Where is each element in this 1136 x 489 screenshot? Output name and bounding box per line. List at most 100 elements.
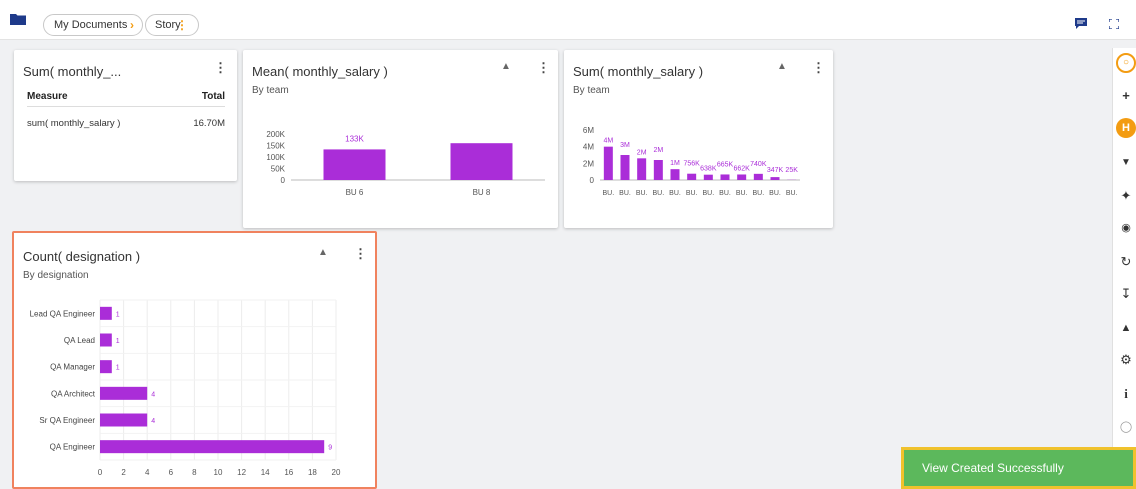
- plus-icon[interactable]: +: [1116, 86, 1136, 106]
- data-label: 1: [116, 365, 120, 372]
- data-label: 662K: [733, 165, 750, 172]
- bar: [753, 173, 763, 180]
- y-tick-label: QA Lead: [64, 336, 95, 345]
- data-label: 740K: [750, 161, 767, 168]
- bar: [100, 413, 148, 427]
- x-tick-label: BU.: [686, 190, 698, 197]
- x-tick-label: BU.: [669, 190, 681, 197]
- bar: [703, 174, 713, 180]
- data-label: 1: [116, 338, 120, 345]
- refresh-icon[interactable]: ↻: [1116, 252, 1136, 272]
- right-toolbar: ○ + H ▼ ✦ ◉ ↻ ↧ ▲ ⚙ i ◯: [1112, 48, 1136, 489]
- data-label: 25K: [785, 167, 798, 174]
- x-tick-label: BU.: [702, 190, 714, 197]
- gear-icon[interactable]: ⚙: [1116, 350, 1136, 370]
- data-label: 638K: [700, 166, 717, 173]
- bar: [450, 143, 513, 180]
- download-icon[interactable]: ↧: [1116, 284, 1136, 304]
- kebab-icon[interactable]: ⋮: [214, 60, 227, 76]
- bar: [100, 333, 112, 347]
- breadcrumb-label: My Documents: [54, 19, 128, 31]
- data-label: 4: [151, 418, 155, 425]
- h-icon[interactable]: H: [1116, 118, 1136, 138]
- y-tick-label: 0: [590, 176, 595, 185]
- y-tick-label: 6M: [583, 126, 594, 135]
- x-tick-label: 16: [284, 468, 293, 477]
- bar: [737, 174, 747, 180]
- y-tick-label: QA Manager: [50, 363, 95, 372]
- x-tick-label: BU.: [602, 190, 614, 197]
- data-label: 1M: [670, 160, 680, 167]
- x-tick-label: BU.: [619, 190, 631, 197]
- x-tick-label: 4: [145, 468, 150, 477]
- folder-icon[interactable]: [10, 13, 26, 25]
- designation-count-chart-card[interactable]: Count( designation ) By designation ▲ ⋮ …: [12, 231, 377, 489]
- top-bar: My Documents › Story ⋮: [0, 0, 1136, 40]
- search-icon[interactable]: ○: [1116, 53, 1136, 73]
- data-label: 756K: [683, 161, 700, 168]
- x-tick-label: BU 8: [473, 188, 491, 197]
- y-tick-label: Lead QA Engineer: [30, 309, 96, 318]
- toast-message: View Created Successfully: [922, 461, 1064, 475]
- sum-salary-chart-card[interactable]: Sum( monthly_salary ) By team ▲ ⋮ 6M 4M 2M…: [564, 50, 833, 228]
- eye-icon[interactable]: ◉: [1116, 218, 1136, 238]
- card-title: Sum( monthly_...: [23, 64, 122, 79]
- cell-total: 16.70M: [193, 118, 225, 129]
- y-tick-label: 4M: [583, 143, 594, 152]
- bar: [100, 360, 112, 374]
- y-tick-label: 2M: [583, 159, 594, 168]
- info-icon[interactable]: i: [1116, 384, 1136, 404]
- column-header-total: Total: [201, 91, 225, 102]
- bar: [100, 306, 112, 320]
- x-tick-label: 0: [98, 468, 103, 477]
- data-label: 665K: [717, 161, 734, 168]
- mean-salary-bar-chart: 200K 150K 100K 50K 0 133K BU 6 BU 8: [266, 130, 545, 197]
- x-tick-label: BU.: [652, 190, 664, 197]
- data-label: 347K: [767, 167, 784, 174]
- bar: [603, 146, 613, 180]
- bar: [687, 173, 697, 180]
- sum-salary-bar-chart: 6M 4M 2M 0 4M BU. 3M BU. 2M BU. 2M BU. 1M BU. 756K BU. 6…: [583, 126, 800, 197]
- bulb-icon[interactable]: ◯: [1116, 417, 1136, 437]
- data-label: 1: [116, 311, 120, 318]
- mean-salary-chart-card[interactable]: Mean( monthly_salary ) By team ▲ ⋮ 200K 1…: [243, 50, 558, 228]
- table-header: Measure Total: [27, 89, 225, 107]
- measure-table-card[interactable]: Sum( monthly_... ⋮ Measure Total sum( mo…: [14, 50, 237, 181]
- bell-icon[interactable]: ▲: [1116, 318, 1136, 338]
- cell-measure: sum( monthly_salary ): [27, 118, 121, 129]
- bar: [670, 169, 680, 180]
- x-tick-label: 12: [237, 468, 246, 477]
- bar: [100, 386, 148, 400]
- data-label: 2M: [653, 147, 663, 154]
- data-label: 133K: [345, 134, 364, 143]
- y-tick-label: Sr QA Engineer: [39, 416, 95, 425]
- kebab-icon[interactable]: ⋮: [176, 15, 188, 35]
- data-label: 3M: [620, 142, 630, 149]
- x-tick-label: 18: [308, 468, 317, 477]
- filter-icon[interactable]: ▼: [1116, 153, 1136, 173]
- y-tick-label: 150K: [266, 142, 285, 151]
- comment-icon[interactable]: [1075, 18, 1087, 29]
- x-tick-label: 10: [214, 468, 223, 477]
- x-tick-label: BU.: [752, 190, 764, 197]
- x-tick-label: BU.: [786, 190, 798, 197]
- bar: [637, 158, 647, 180]
- x-tick-label: BU.: [719, 190, 731, 197]
- success-toast: View Created Successfully: [901, 447, 1136, 489]
- x-tick-label: 2: [121, 468, 126, 477]
- column-header-measure: Measure: [27, 91, 68, 102]
- breadcrumb-my-documents[interactable]: My Documents ›: [43, 14, 143, 36]
- data-label: 9: [328, 445, 332, 452]
- share-icon[interactable]: ✦: [1116, 186, 1136, 206]
- data-label: 4M: [603, 138, 613, 145]
- y-tick-label: QA Architect: [51, 389, 96, 398]
- data-label: 2M: [637, 149, 647, 156]
- bar: [770, 177, 780, 180]
- expand-icon[interactable]: [1109, 19, 1119, 29]
- breadcrumb-story[interactable]: Story ⋮: [145, 14, 199, 36]
- x-tick-label: 6: [169, 468, 174, 477]
- x-tick-label: 14: [261, 468, 270, 477]
- x-tick-label: BU.: [736, 190, 748, 197]
- bar: [653, 160, 663, 180]
- bar: [720, 174, 730, 180]
